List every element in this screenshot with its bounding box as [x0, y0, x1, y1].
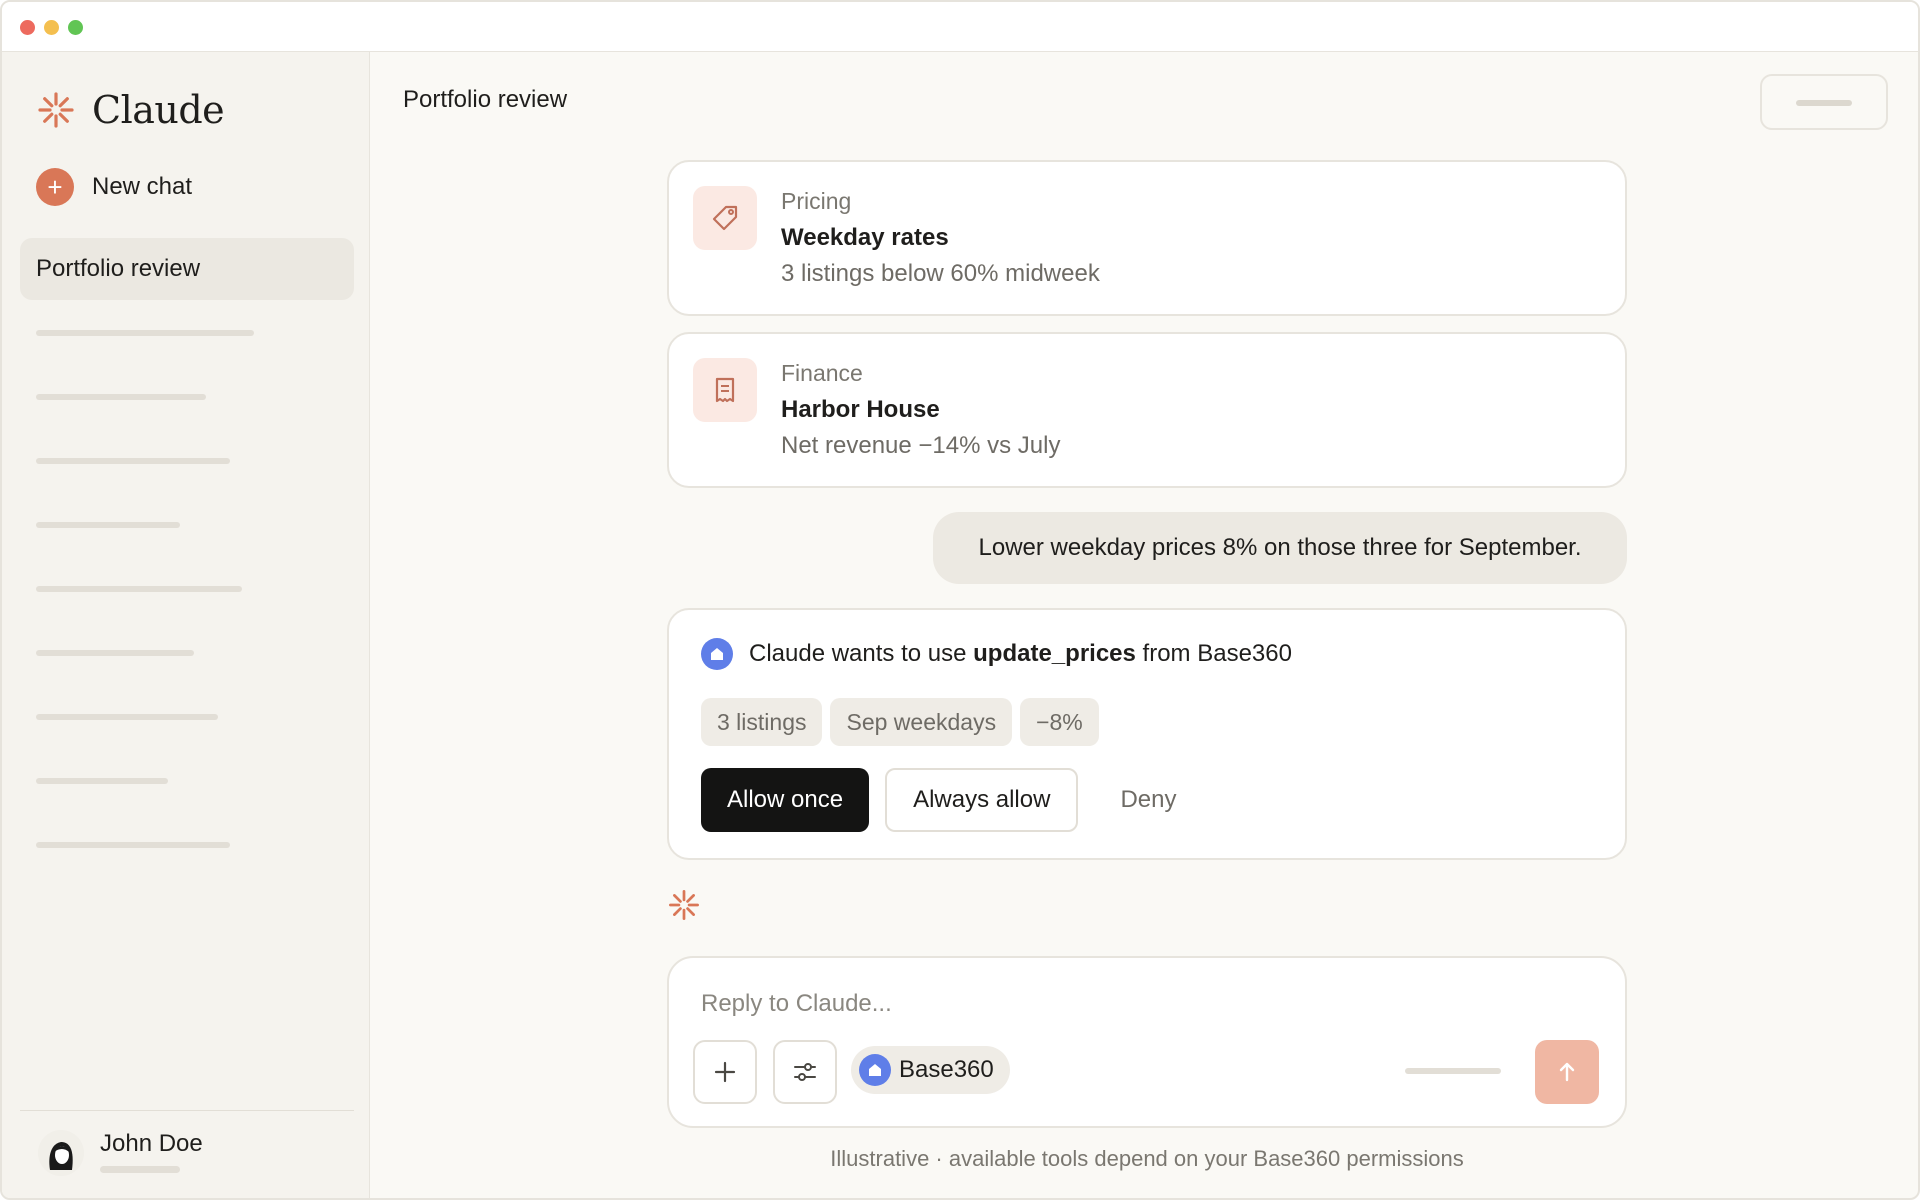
chat-history-item[interactable]	[36, 458, 230, 464]
claude-spark-icon	[38, 92, 74, 128]
title-bar	[2, 2, 1918, 52]
scope-chip-change: −8%	[1020, 698, 1099, 746]
tools-settings-button[interactable]	[773, 1040, 837, 1104]
always-allow-button[interactable]: Always allow	[885, 768, 1079, 832]
page-title: Portfolio review	[403, 86, 568, 113]
new-chat-label: New chat	[92, 173, 193, 200]
card-subtitle: 3 listings below 60% midweek	[781, 260, 1100, 287]
avatar[interactable]	[38, 1130, 84, 1176]
card-category: Pricing	[781, 188, 852, 214]
sliders-icon	[794, 1063, 816, 1081]
scope-chip-listings: 3 listings	[701, 698, 823, 746]
allow-once-button[interactable]: Allow once	[701, 768, 870, 832]
chat-history-item[interactable]	[36, 714, 218, 720]
share-button[interactable]	[1760, 74, 1888, 130]
share-button-label-placeholder	[1796, 100, 1852, 106]
chat-history-item[interactable]	[36, 778, 168, 784]
minimize-window-button[interactable]	[44, 20, 59, 35]
reply-input[interactable]	[701, 984, 1581, 1024]
card-title: Weekday rates	[781, 224, 949, 251]
card-title: Harbor House	[781, 396, 940, 423]
scope-chip-dates: Sep weekdays	[830, 698, 1013, 746]
permission-chips: 3 listings Sep weekdays −8%	[701, 698, 1099, 746]
user-name[interactable]: John Doe	[100, 1130, 203, 1158]
main-area: Portfolio review Pricing Weekday rates 3…	[371, 52, 1918, 1198]
permission-actions: Allow once Always allow Deny	[701, 768, 1192, 832]
connector-label: Base360	[899, 1056, 994, 1083]
claude-thinking-icon	[669, 890, 699, 920]
send-button[interactable]	[1535, 1040, 1599, 1104]
user-avatar-icon	[38, 1130, 84, 1176]
chat-history-item[interactable]	[36, 330, 254, 336]
card-icon-box	[693, 358, 757, 422]
base360-icon	[701, 638, 733, 670]
chat-history-item[interactable]	[36, 650, 194, 656]
card-category: Finance	[781, 360, 863, 386]
sidebar: Claude + New chat Portfolio review John …	[2, 52, 370, 1198]
chat-history-item[interactable]	[36, 842, 230, 848]
composer: Base360	[667, 956, 1627, 1128]
plus-icon	[714, 1061, 736, 1083]
sidebar-item-portfolio-review[interactable]: Portfolio review	[20, 238, 354, 300]
sidebar-divider	[20, 1110, 354, 1111]
chat-history-item[interactable]	[36, 586, 242, 592]
tool-permission-card: Claude wants to use update_prices from B…	[667, 608, 1627, 860]
card-icon-box	[693, 186, 757, 250]
finance-card[interactable]: Finance Harbor House Net revenue −14% vs…	[667, 332, 1627, 488]
arrow-up-icon	[1559, 1062, 1575, 1082]
user-message: Lower weekday prices 8% on those three f…	[933, 512, 1627, 584]
close-window-button[interactable]	[20, 20, 35, 35]
brand: Claude	[36, 88, 225, 132]
tag-icon	[712, 205, 738, 231]
add-attachment-button[interactable]	[693, 1040, 757, 1104]
tool-name: update_prices	[973, 640, 1136, 667]
receipt-icon	[715, 377, 735, 403]
model-selector[interactable]	[1405, 1068, 1501, 1074]
disclaimer: Illustrative · available tools depend on…	[830, 1146, 1464, 1171]
chat-history-item[interactable]	[36, 522, 180, 528]
base360-connector-chip[interactable]: Base360	[851, 1046, 1010, 1094]
user-plan-placeholder	[100, 1166, 180, 1173]
permission-text: Claude wants to use update_prices from B…	[749, 640, 1292, 667]
deny-button[interactable]: Deny	[1104, 768, 1192, 832]
pricing-card[interactable]: Pricing Weekday rates 3 listings below 6…	[667, 160, 1627, 316]
card-subtitle: Net revenue −14% vs July	[781, 432, 1061, 459]
app-window: Claude + New chat Portfolio review John …	[0, 0, 1920, 1200]
plus-icon: +	[36, 168, 74, 206]
chat-history-item[interactable]	[36, 394, 206, 400]
zoom-window-button[interactable]	[68, 20, 83, 35]
new-chat-button[interactable]: + New chat	[36, 168, 192, 206]
permission-header: Claude wants to use update_prices from B…	[701, 638, 1292, 670]
app-name: Claude	[92, 88, 225, 132]
base360-icon	[859, 1054, 891, 1086]
